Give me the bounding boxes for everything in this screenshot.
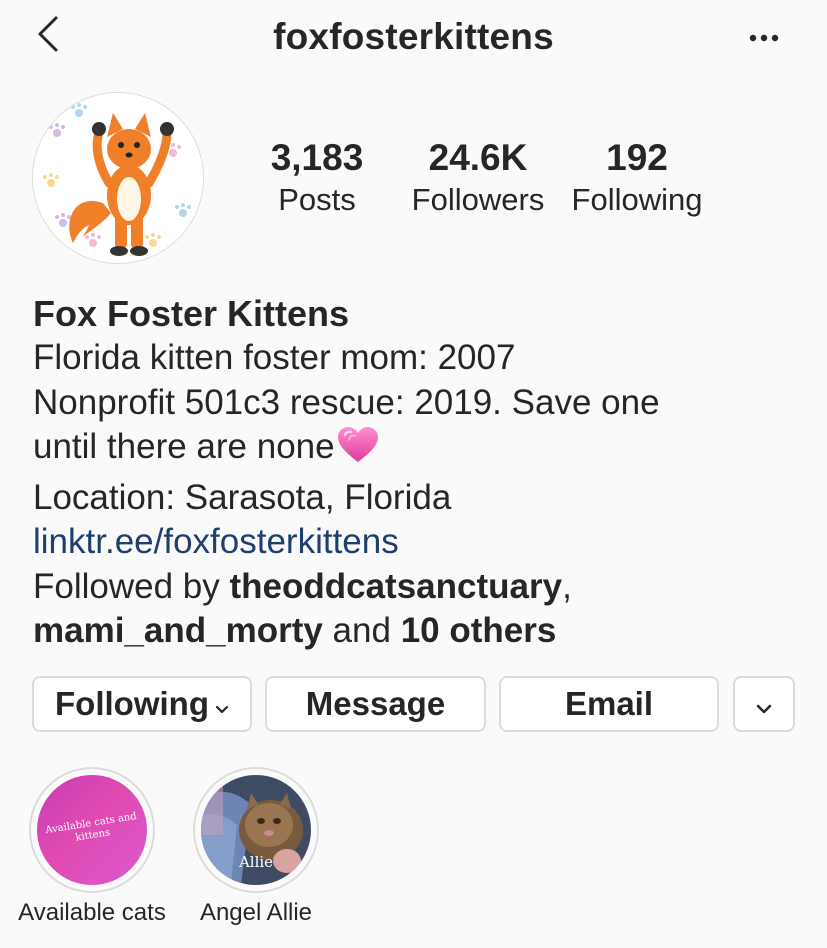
message-button-label: Message — [305, 685, 446, 722]
profile-display-name: Fox Foster Kittens — [33, 293, 350, 334]
bio-line: Nonprofit 501c3 rescue: 2019. Save one — [33, 382, 660, 422]
posts-label: Posts — [278, 182, 356, 217]
following-count: 192 — [606, 137, 668, 178]
posts-stat: 3,183 Posts — [250, 136, 384, 220]
following-stat[interactable]: 192 Following — [562, 136, 712, 220]
highlight-ring: Allie — [193, 767, 319, 893]
followed-by-text: Followed by theoddcatsanctuary, — [33, 565, 813, 610]
following-label: Following — [571, 182, 703, 217]
highlight-cover: Available cats and kittens — [37, 775, 147, 885]
highlight-cover: Allie — [201, 775, 311, 885]
followed-by-and: and — [322, 611, 401, 650]
following-button-label: Following — [55, 685, 209, 722]
pink-heart-emoji-icon — [337, 426, 379, 476]
followers-count: 24.6K — [428, 137, 528, 178]
email-button-label: Email — [564, 685, 654, 722]
followed-by-separator: , — [562, 566, 572, 606]
followers-label: Followers — [411, 182, 545, 217]
ellipsis-icon — [749, 34, 779, 42]
bio-location: Location: Sarasota, Florida — [33, 477, 452, 517]
profile-avatar[interactable] — [32, 92, 204, 264]
more-options-button[interactable] — [738, 20, 792, 56]
followers-stat[interactable]: 24.6K Followers — [400, 136, 556, 220]
following-button[interactable]: Following — [32, 676, 252, 732]
posts-count: 3,183 — [270, 137, 364, 178]
email-button[interactable]: Email — [499, 676, 719, 732]
bio-website-link[interactable]: linktr.ee/foxfosterkittens — [33, 520, 813, 565]
followed-by-prefix: Followed by — [33, 566, 230, 606]
story-highlight[interactable]: Allie Angel Allie — [193, 767, 319, 926]
chevron-down-icon — [215, 685, 229, 723]
followed-by-user[interactable]: theoddcatsanctuary — [229, 567, 562, 606]
profile-bio: Fox Foster Kittens Florida kitten foster… — [33, 292, 813, 654]
bio-text: until there are none — [33, 427, 335, 466]
followed-by-others[interactable]: 10 others — [401, 611, 557, 650]
fox-mascot-image — [33, 93, 203, 263]
highlight-ring: Available cats and kittens — [29, 767, 155, 893]
highlight-cover-text: Allie — [238, 853, 274, 871]
chevron-down-icon — [755, 685, 773, 723]
message-button[interactable]: Message — [265, 676, 486, 732]
followed-by-text-continued: mami_and_morty and 10 others — [33, 609, 813, 654]
profile-username: foxfosterkittens — [273, 16, 554, 57]
bio-line: until there are none — [33, 425, 813, 476]
highlight-cover-text: Available cats and kittens — [44, 810, 138, 844]
story-highlight[interactable]: Available cats and kittens Available cat… — [18, 767, 166, 926]
bio-line: Florida kitten foster mom: 2007 — [33, 338, 516, 377]
highlight-label: Angel Allie — [199, 899, 313, 926]
profile-header: foxfosterkittens — [0, 0, 827, 80]
followed-by-user[interactable]: mami_and_morty — [33, 611, 323, 650]
suggested-accounts-button[interactable] — [733, 676, 795, 732]
